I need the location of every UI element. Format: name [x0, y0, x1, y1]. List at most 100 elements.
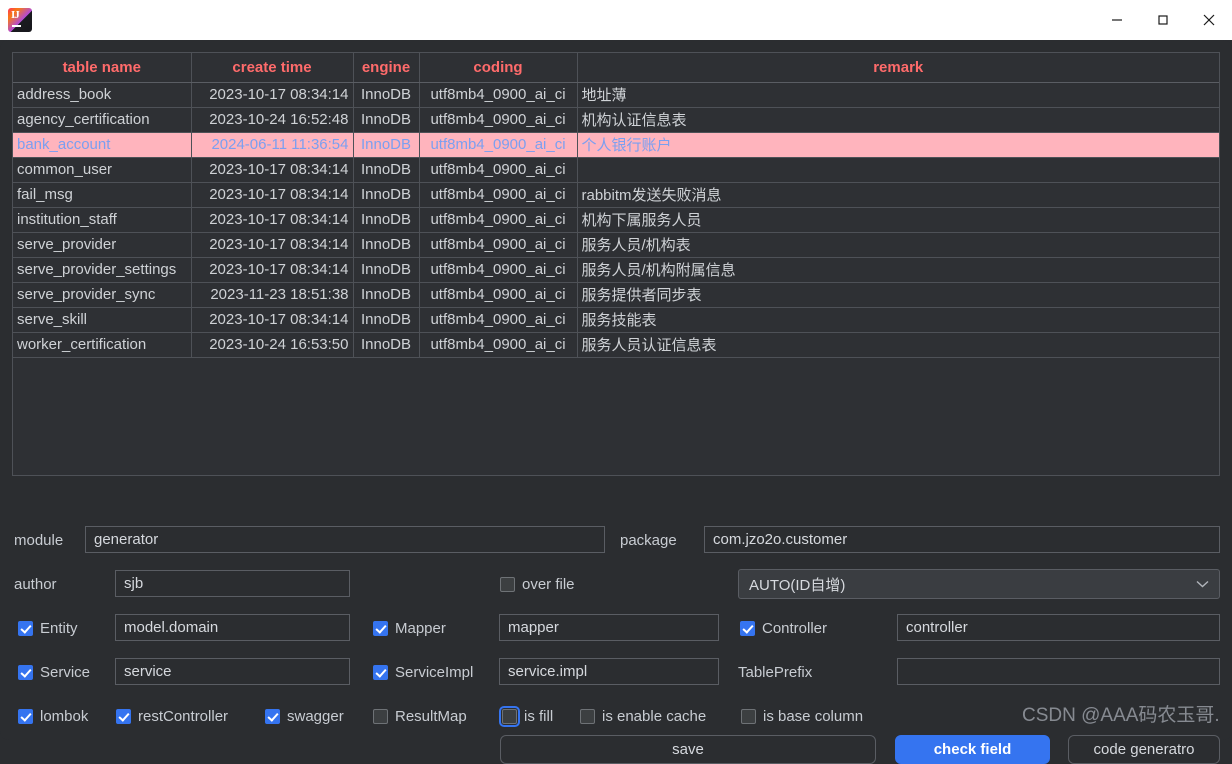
table-cell-engine: InnoDB: [353, 282, 420, 308]
restcontroller-checkbox-row[interactable]: restController: [116, 708, 228, 725]
column-header-engine[interactable]: engine: [353, 53, 420, 83]
isfill-checkbox-row[interactable]: is fill: [499, 706, 554, 727]
table-cell-create-time: 2023-10-24 16:53:50: [191, 332, 354, 358]
resultmap-checkbox[interactable]: [373, 709, 388, 724]
table-cell-coding: utf8mb4_0900_ai_ci: [419, 232, 578, 258]
mapper-package-input[interactable]: [499, 614, 719, 641]
isbasecolumn-checkbox-row[interactable]: is base column: [741, 708, 863, 725]
resultmap-checkbox-row[interactable]: ResultMap: [373, 708, 467, 725]
serviceimpl-package-input[interactable]: [499, 658, 719, 685]
table-cell-coding: utf8mb4_0900_ai_ci: [419, 307, 578, 333]
table-cell-name: serve_provider_sync: [13, 282, 192, 308]
service-checkbox-row[interactable]: Service: [18, 664, 90, 681]
table-row[interactable]: common_user 2023-10-17 08:34:14 InnoDB utf8…: [13, 157, 1219, 183]
table-cell-coding: utf8mb4_0900_ai_ci: [419, 82, 578, 108]
serviceimpl-checkbox-row[interactable]: ServiceImpl: [373, 664, 473, 681]
entity-label: Entity: [40, 620, 78, 637]
table-cell-engine: InnoDB: [353, 107, 420, 133]
check-field-button[interactable]: check field: [895, 735, 1050, 764]
tableprefix-input[interactable]: [897, 658, 1220, 685]
table-row[interactable]: fail_msg 2023-10-17 08:34:14 InnoDB utf8mb4…: [13, 182, 1219, 208]
table-cell-name: fail_msg: [13, 182, 192, 208]
is-fill-checkbox[interactable]: [499, 706, 520, 727]
service-checkbox[interactable]: [18, 665, 33, 680]
minimize-button[interactable]: [1094, 0, 1140, 40]
is-base-column-checkbox[interactable]: [741, 709, 756, 724]
module-input[interactable]: [85, 526, 605, 553]
serviceimpl-label: ServiceImpl: [395, 664, 474, 681]
column-header-remark[interactable]: remark: [577, 53, 1219, 83]
mapper-checkbox[interactable]: [373, 621, 388, 636]
table-cell-name: institution_staff: [13, 207, 192, 233]
entity-checkbox-row[interactable]: Entity: [18, 620, 78, 637]
over-file-checkbox-row[interactable]: over file: [500, 576, 575, 593]
controller-package-input[interactable]: [897, 614, 1220, 641]
table-cell-coding: utf8mb4_0900_ai_ci: [419, 332, 578, 358]
mapper-checkbox-row[interactable]: Mapper: [373, 620, 446, 637]
table-row[interactable]: serve_provider_settings 2023-10-17 08:34:…: [13, 257, 1219, 283]
over-file-checkbox[interactable]: [500, 577, 515, 592]
package-input[interactable]: [704, 526, 1220, 553]
swagger-checkbox[interactable]: [265, 709, 280, 724]
table-row[interactable]: agency_certification 2023-10-24 16:52:48 I…: [13, 107, 1219, 133]
table-row[interactable]: worker_certification 2023-10-24 16:53:50 I…: [13, 332, 1219, 358]
module-label: module: [14, 532, 64, 549]
table-cell-engine: InnoDB: [353, 157, 420, 183]
tables-table: table name create time engine coding rem…: [13, 53, 1219, 358]
column-header-coding[interactable]: coding: [419, 53, 578, 83]
code-generator-button[interactable]: code generatro: [1068, 735, 1220, 764]
lombok-label: lombok: [40, 708, 89, 725]
isenablecache-checkbox-row[interactable]: is enable cache: [580, 708, 706, 725]
service-package-input[interactable]: [115, 658, 350, 685]
entity-package-input[interactable]: [115, 614, 350, 641]
table-cell-engine: InnoDB: [353, 182, 420, 208]
close-button[interactable]: [1186, 0, 1232, 40]
tables-list-panel[interactable]: table name create time engine coding rem…: [12, 52, 1220, 476]
save-button[interactable]: save: [500, 735, 876, 764]
table-cell-engine: InnoDB: [353, 232, 420, 258]
table-row[interactable]: serve_provider_sync 2023-11-23 18:51:38 In…: [13, 282, 1219, 308]
table-cell-remark: [577, 157, 1219, 183]
table-cell-name: common_user: [13, 157, 192, 183]
column-header-create-time[interactable]: create time: [191, 53, 354, 83]
controller-checkbox-row[interactable]: Controller: [740, 620, 827, 637]
entity-checkbox[interactable]: [18, 621, 33, 636]
author-label: author: [14, 576, 57, 593]
table-row[interactable]: bank_account 2024-06-11 11:36:54 InnoDB utf…: [13, 132, 1219, 158]
table-cell-create-time: 2023-10-17 08:34:14: [191, 157, 354, 183]
author-input[interactable]: [115, 570, 350, 597]
table-cell-remark: rabbitm发送失败消息: [577, 182, 1219, 208]
table-cell-name: serve_provider: [13, 232, 192, 258]
table-row[interactable]: serve_provider 2023-10-17 08:34:14 InnoDB u…: [13, 232, 1219, 258]
table-row[interactable]: serve_skill 2023-10-17 08:34:14 InnoDB utf8…: [13, 307, 1219, 333]
is-base-column-label: is base column: [763, 708, 864, 725]
table-cell-create-time: 2023-10-24 16:52:48: [191, 107, 354, 133]
table-cell-name: agency_certification: [13, 107, 192, 133]
restcontroller-checkbox[interactable]: [116, 709, 131, 724]
table-cell-engine: InnoDB: [353, 207, 420, 233]
swagger-checkbox-row[interactable]: swagger: [265, 708, 344, 725]
table-header-row: table name create time engine coding rem…: [13, 53, 1219, 83]
serviceimpl-checkbox[interactable]: [373, 665, 388, 680]
table-cell-create-time: 2024-06-11 11:36:54: [191, 132, 354, 158]
table-cell-remark: 机构认证信息表: [577, 107, 1219, 133]
table-cell-engine: InnoDB: [353, 257, 420, 283]
is-enable-cache-label: is enable cache: [602, 708, 707, 725]
column-header-table-name[interactable]: table name: [13, 53, 192, 83]
table-cell-remark: 服务人员认证信息表: [577, 332, 1219, 358]
lombok-checkbox-row[interactable]: lombok: [18, 708, 88, 725]
table-cell-remark: 机构下属服务人员: [577, 207, 1219, 233]
lombok-checkbox[interactable]: [18, 709, 33, 724]
package-label: package: [620, 532, 677, 549]
service-label: Service: [40, 664, 91, 681]
controller-checkbox[interactable]: [740, 621, 755, 636]
mapper-label: Mapper: [395, 620, 446, 637]
is-enable-cache-checkbox[interactable]: [580, 709, 595, 724]
table-cell-create-time: 2023-10-17 08:34:14: [191, 182, 354, 208]
table-cell-remark: 服务人员/机构附属信息: [577, 257, 1219, 283]
id-strategy-select[interactable]: AUTO(ID自增): [738, 569, 1220, 599]
table-row[interactable]: address_book 2023-10-17 08:34:14 InnoDB utf…: [13, 82, 1219, 108]
table-row[interactable]: institution_staff 2023-10-17 08:34:14 Inno…: [13, 207, 1219, 233]
maximize-button[interactable]: [1140, 0, 1186, 40]
is-fill-label: is fill: [524, 708, 554, 725]
